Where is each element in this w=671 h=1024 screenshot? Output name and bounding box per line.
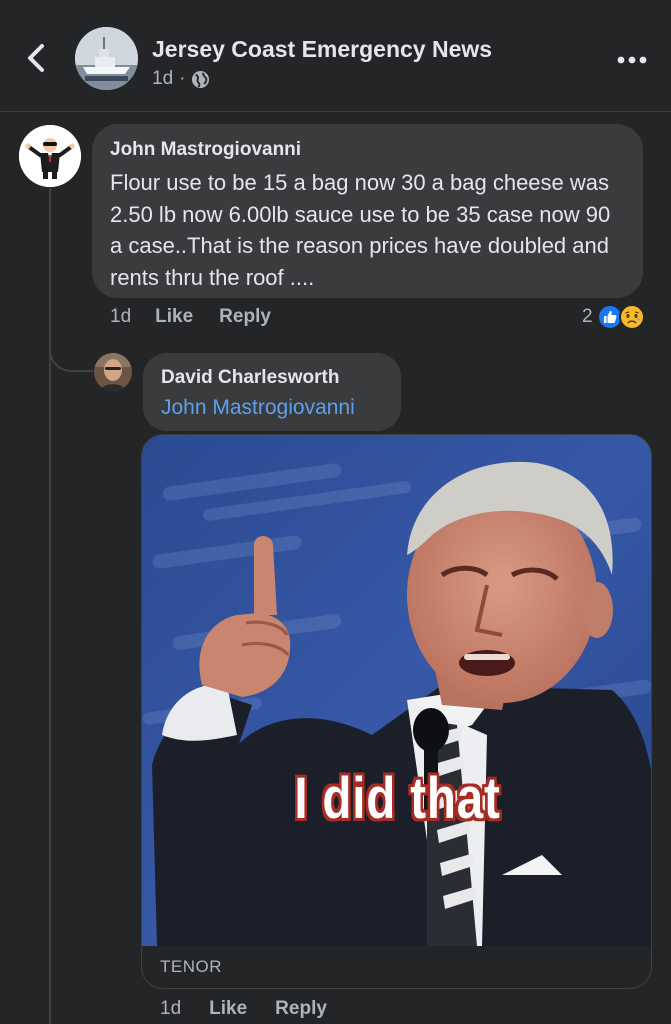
gif-caption-text: I did that	[294, 766, 501, 831]
reply-time[interactable]: 1d	[160, 998, 181, 1020]
meta-separator: ·	[179, 68, 186, 89]
comment-bubble[interactable]: John Mastrogiovanni Flour use to be 15 a…	[92, 124, 643, 298]
comment-time[interactable]: 1d	[110, 306, 131, 328]
post-time[interactable]: 1d	[152, 68, 173, 90]
gif-source-label: TENOR	[160, 957, 222, 976]
back-button[interactable]	[18, 38, 54, 78]
reaction-summary[interactable]: 2	[582, 304, 645, 330]
gif-image[interactable]: I did that	[142, 435, 651, 946]
mascot-avatar-image	[19, 125, 81, 187]
reaction-count: 2	[582, 306, 593, 327]
comment-text: Flour use to be 15 a bag now 30 a bag ch…	[110, 170, 611, 290]
more-options-button[interactable]	[612, 48, 652, 72]
reply-author-avatar[interactable]	[94, 353, 132, 391]
page-title[interactable]: Jersey Coast Emergency News	[152, 36, 492, 63]
mention-link[interactable]: John Mastrogiovanni	[161, 396, 383, 420]
gif-illustration	[142, 435, 651, 946]
globe-icon	[192, 70, 210, 88]
reply-like-button[interactable]: Like	[209, 998, 247, 1020]
comment-author[interactable]: John Mastrogiovanni	[110, 139, 625, 161]
reply-author[interactable]: David Charlesworth	[161, 367, 383, 389]
reply-reply-button[interactable]: Reply	[275, 998, 327, 1020]
chevron-left-icon	[28, 44, 44, 72]
commenter-avatar[interactable]	[19, 125, 81, 187]
post-meta: 1d ·	[152, 68, 210, 90]
boat-logo-image	[75, 27, 138, 90]
more-dots-icon	[617, 56, 647, 64]
profile-photo-image	[94, 353, 132, 391]
comment-thread-screen: Jersey Coast Emergency News 1d · John Ma…	[0, 0, 671, 1024]
page-avatar[interactable]	[75, 27, 138, 90]
reply-button[interactable]: Reply	[219, 306, 271, 328]
sad-reaction-icon	[618, 304, 645, 330]
reply-bubble[interactable]: David Charlesworth John Mastrogiovanni	[143, 353, 401, 431]
post-header: Jersey Coast Emergency News 1d ·	[0, 0, 671, 112]
reply-actions: 1d Like Reply	[160, 998, 327, 1020]
comment-actions: 1d Like Reply	[110, 306, 271, 328]
like-button[interactable]: Like	[155, 306, 193, 328]
gif-attachment[interactable]: I did that TENOR	[141, 434, 652, 989]
reply-connector	[49, 300, 93, 372]
